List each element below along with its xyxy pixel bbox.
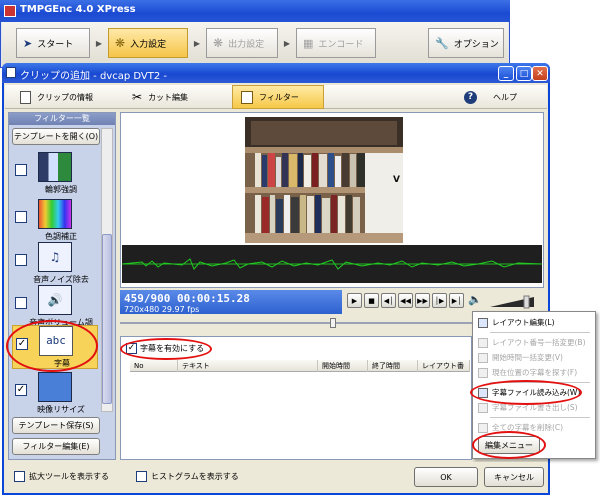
filter-list-header: フィルター一覧 xyxy=(9,113,115,125)
checkbox[interactable] xyxy=(14,471,25,482)
play-arrow-icon: ➤ xyxy=(23,36,33,50)
menu-separator xyxy=(490,332,590,333)
prev-frame-button[interactable]: ◀│ xyxy=(381,293,396,308)
maximize-button[interactable]: □ xyxy=(516,66,532,81)
filter-checkbox-checked[interactable]: ✓ xyxy=(15,384,27,396)
layout-number-icon xyxy=(478,337,488,348)
menu-separator xyxy=(490,417,590,418)
highlight-oval-import-subtitle xyxy=(470,380,582,405)
menu-item-layout-edit[interactable]: レイアウト編集(L) xyxy=(474,315,594,330)
dialog-title: クリップの追加 - dvcap DVT2 - xyxy=(2,63,550,83)
col-header-start[interactable]: 開始時間 xyxy=(318,360,368,372)
video-preview: V xyxy=(245,117,403,243)
subtitle-table-body[interactable] xyxy=(130,373,470,457)
film-reel-icon: ❋ xyxy=(213,36,224,50)
step-arrow-icon: ▶ xyxy=(283,38,291,48)
timecode-display: 459/900 00:00:15.28 720x480 29.97 fps xyxy=(120,290,342,314)
wrench-icon: 🔧 xyxy=(435,36,449,50)
start-time-icon xyxy=(478,352,488,363)
highlight-oval-enable-subtitle xyxy=(120,338,212,360)
seek-thumb[interactable] xyxy=(330,318,336,328)
filter-checkbox[interactable] xyxy=(15,211,27,223)
audio-noise-icon: ♫ xyxy=(38,242,72,272)
filter-item-edge-enhance[interactable]: 輪郭強調 xyxy=(12,152,98,198)
open-template-button[interactable]: テンプレートを開く(O) xyxy=(12,128,100,145)
col-header-no[interactable]: No xyxy=(130,360,178,372)
step-start-button[interactable]: ➤ スタート xyxy=(16,28,90,58)
video-info: 720x480 29.97 fps xyxy=(124,305,200,314)
show-histogram-checkbox[interactable]: ヒストグラムを表示する xyxy=(136,471,239,482)
filter-item-audio-noise[interactable]: ♫ 音声ノイズ除去 xyxy=(12,242,98,288)
step-input-settings-button[interactable]: ❋ 入力設定 xyxy=(108,28,188,58)
tab-filter[interactable]: フィルター xyxy=(232,85,324,109)
menu-item-layout-number[interactable]: レイアウト番号一括変更(B) xyxy=(474,335,594,350)
film-reel-icon: ❋ xyxy=(115,36,126,50)
main-window-title: TMPGEnc 4.0 XPress xyxy=(0,0,510,22)
step-arrow-icon: ▶ xyxy=(193,38,201,48)
tab-help[interactable]: ? ヘルプ xyxy=(456,85,536,109)
filter-edit-button[interactable]: フィルター編集(E) xyxy=(12,438,100,455)
volume-icon: 🔊 xyxy=(38,285,72,315)
filter-checkbox[interactable] xyxy=(15,297,27,309)
edge-enhance-icon xyxy=(38,152,72,182)
resize-icon xyxy=(38,372,72,402)
fast-forward-button[interactable]: ▶▶ xyxy=(415,293,430,308)
scissors-icon: ✂ xyxy=(132,90,143,104)
menu-item-start-time[interactable]: 開始時間一括変更(V) xyxy=(474,350,594,365)
app-logo-icon xyxy=(4,5,16,17)
help-icon: ? xyxy=(464,90,477,104)
col-header-text[interactable]: テキスト xyxy=(178,360,318,372)
step-encode-button[interactable]: ▦ エンコード xyxy=(296,28,376,58)
film-strip-icon: ▦ xyxy=(303,36,314,50)
step-output-settings-button[interactable]: ❋ 出力設定 xyxy=(206,28,278,58)
speaker-icon[interactable]: 🔈 xyxy=(468,293,483,308)
stop-button[interactable]: ■ xyxy=(364,293,379,308)
audio-waveform xyxy=(121,245,543,283)
ok-button[interactable]: OK xyxy=(414,467,478,487)
scrollbar-thumb[interactable] xyxy=(102,234,112,404)
video-overlay-text: V xyxy=(393,175,400,185)
filter-item-color-correction[interactable]: 色調補正 xyxy=(12,199,98,245)
filter-item-resize[interactable]: ✓ 映像リサイズ xyxy=(12,372,98,418)
timecode: 459/900 00:00:15.28 xyxy=(124,292,250,305)
export-file-icon xyxy=(478,402,488,413)
color-correction-icon xyxy=(38,199,72,229)
filter-icon xyxy=(241,90,253,104)
col-header-end[interactable]: 終了時間 xyxy=(368,360,418,372)
checkbox[interactable] xyxy=(136,471,147,482)
menu-item-find-subtitle[interactable]: 現在位置の字幕を探す(F) xyxy=(474,365,594,380)
minimize-button[interactable]: _ xyxy=(498,66,514,81)
highlight-oval-subtitle-filter xyxy=(6,320,98,372)
filter-checkbox[interactable] xyxy=(15,254,27,266)
delete-icon xyxy=(478,422,488,433)
dialog-icon xyxy=(6,67,16,78)
tab-clip-info[interactable]: クリップの情報 xyxy=(12,85,112,109)
close-button[interactable]: ✕ xyxy=(532,66,548,81)
find-icon xyxy=(478,367,488,378)
cancel-button[interactable]: キャンセル xyxy=(484,467,544,487)
step-arrow-icon: ▶ xyxy=(95,38,103,48)
bookshelf-frame-image xyxy=(245,117,403,243)
play-button[interactable]: ▶ xyxy=(347,293,362,308)
end-button[interactable]: ▶│ xyxy=(449,293,464,308)
rewind-button[interactable]: ◀◀ xyxy=(398,293,413,308)
next-frame-button[interactable]: │▶ xyxy=(432,293,447,308)
show-extended-tools-checkbox[interactable]: 拡大ツールを表示する xyxy=(14,471,109,482)
volume-slider[interactable] xyxy=(488,295,540,309)
layout-edit-icon xyxy=(478,317,488,328)
tab-cut-edit[interactable]: ✂ カット編集 xyxy=(124,85,220,109)
save-template-button[interactable]: テンプレート保存(S) xyxy=(12,417,100,434)
highlight-oval-edit-menu xyxy=(472,431,546,459)
clip-info-icon xyxy=(20,90,31,104)
col-header-layout[interactable]: レイアウト番号 xyxy=(418,360,470,382)
options-button[interactable]: 🔧 オプション xyxy=(428,28,504,58)
filter-checkbox[interactable] xyxy=(15,164,27,176)
